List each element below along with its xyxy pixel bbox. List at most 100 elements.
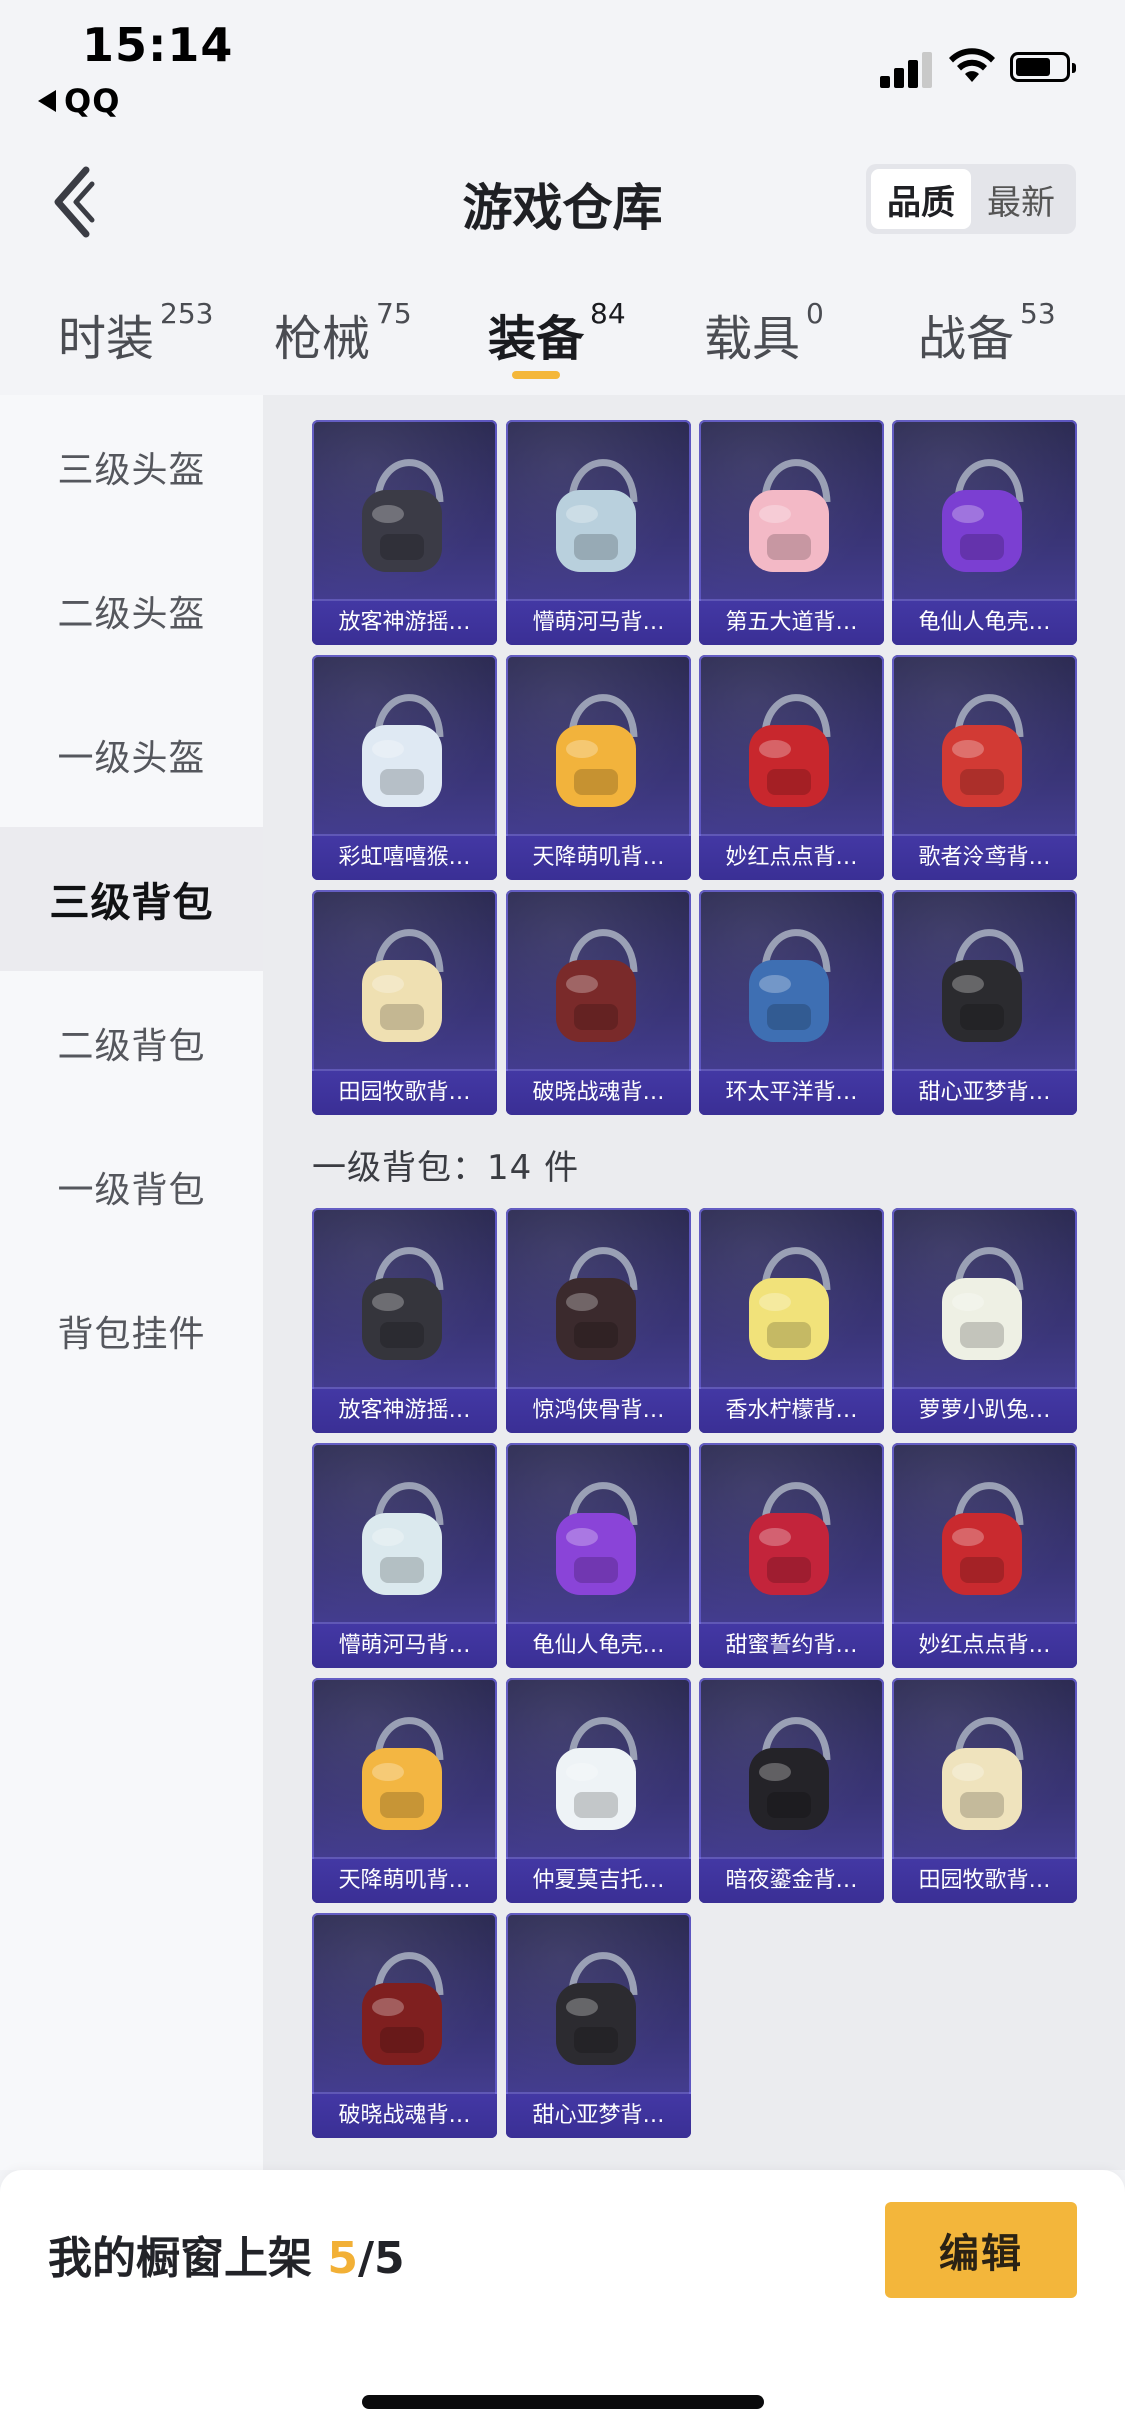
item-name: 放客神游摇… bbox=[312, 601, 497, 645]
item-card[interactable]: 懵萌河马背… bbox=[506, 420, 691, 645]
item-card[interactable]: 妙红点点背… bbox=[699, 655, 884, 880]
sidebar-item-level3-helmet[interactable]: 三级头盔 bbox=[0, 395, 263, 539]
item-name: 天降萌叽背… bbox=[506, 836, 691, 880]
item-card[interactable]: 甜心亚梦背… bbox=[892, 890, 1077, 1115]
item-name: 第五大道背… bbox=[699, 601, 884, 645]
tab-count: 84 bbox=[590, 297, 626, 330]
active-tab-indicator bbox=[512, 371, 560, 379]
item-card[interactable]: 第五大道背… bbox=[699, 420, 884, 645]
tab-label: 装备 bbox=[488, 311, 585, 367]
rainbow-bag-icon bbox=[362, 694, 444, 807]
item-name: 歌者泠鸢背… bbox=[892, 836, 1077, 880]
item-name: 龟仙人龟壳… bbox=[506, 1624, 691, 1668]
battery-icon bbox=[1010, 52, 1076, 82]
basket-bag-icon bbox=[942, 1717, 1024, 1830]
edit-button[interactable]: 编辑 bbox=[885, 2202, 1077, 2298]
red-pouch-bag-icon bbox=[942, 694, 1024, 807]
yellow-backpack-icon bbox=[362, 1717, 444, 1830]
item-card[interactable]: 懵萌河马背… bbox=[312, 1443, 497, 1668]
basket-bag-icon bbox=[362, 929, 444, 1042]
item-card[interactable]: 香水柠檬背… bbox=[699, 1208, 884, 1433]
sidebar-item-level2-backpack[interactable]: 二级背包 bbox=[0, 971, 263, 1115]
item-name: 甜心亚梦背… bbox=[892, 1071, 1077, 1115]
item-name: 暗夜鎏金背… bbox=[699, 1859, 884, 1903]
wifi-icon bbox=[949, 48, 995, 82]
sort-toggle: 品质 最新 bbox=[866, 164, 1076, 234]
item-card[interactable]: 环太平洋背… bbox=[699, 890, 884, 1115]
quilted-bag-icon bbox=[749, 459, 831, 572]
yellow-backpack-icon bbox=[556, 694, 638, 807]
speaker-bear-backpack-icon bbox=[362, 459, 444, 572]
mech-backpack-icon bbox=[749, 929, 831, 1042]
turtle-shell-backpack-icon bbox=[556, 1482, 638, 1595]
item-card[interactable]: 破晓战魂背… bbox=[506, 890, 691, 1115]
item-name: 妙红点点背… bbox=[892, 1624, 1077, 1668]
tab-fashion[interactable]: 时装 253 bbox=[58, 297, 213, 379]
sort-by-quality-button[interactable]: 品质 bbox=[871, 169, 971, 229]
tab-label: 时装 bbox=[58, 311, 155, 367]
tab-label: 载具 bbox=[704, 311, 801, 367]
cat-ear-bag-icon bbox=[942, 929, 1024, 1042]
item-name: 破晓战魂背… bbox=[312, 2094, 497, 2138]
sidebar: 三级头盔 二级头盔 一级头盔 三级背包 二级背包 一级背包 背包挂件 bbox=[0, 395, 263, 2170]
sidebar-item-level3-backpack[interactable]: 三级背包 bbox=[0, 827, 263, 971]
item-name: 环太平洋背… bbox=[699, 1071, 884, 1115]
cat-ear-bag-icon bbox=[556, 1952, 638, 2065]
showcase-status: 我的橱窗上架 5/5 bbox=[48, 2222, 405, 2286]
item-name: 田园牧歌背… bbox=[892, 1859, 1077, 1903]
dark-backpack-icon bbox=[556, 1247, 638, 1360]
section-title-level1-backpack: 一级背包：14 件 bbox=[312, 1148, 580, 1188]
sidebar-item-level1-helmet[interactable]: 一级头盔 bbox=[0, 683, 263, 827]
item-card[interactable]: 田园牧歌背… bbox=[892, 1678, 1077, 1903]
item-card[interactable]: 甜心亚梦背… bbox=[506, 1913, 691, 2138]
tab-supplies[interactable]: 战备 53 bbox=[918, 297, 1056, 379]
sidebar-item-level2-helmet[interactable]: 二级头盔 bbox=[0, 539, 263, 683]
showcase-label: 我的橱窗上架 bbox=[48, 2233, 312, 2284]
cellular-signal-icon bbox=[880, 48, 936, 88]
turtle-shell-backpack-icon bbox=[942, 459, 1024, 572]
tab-equipment[interactable]: 装备 84 bbox=[488, 297, 626, 379]
item-card[interactable]: 龟仙人龟壳… bbox=[892, 420, 1077, 645]
item-card[interactable]: 歌者泠鸢背… bbox=[892, 655, 1077, 880]
tab-firearms[interactable]: 枪械 75 bbox=[274, 297, 412, 379]
item-card[interactable]: 龟仙人龟壳… bbox=[506, 1443, 691, 1668]
bunny-bag-icon bbox=[942, 1247, 1024, 1360]
item-card[interactable]: 彩虹嘻嘻猴… bbox=[312, 655, 497, 880]
item-card[interactable]: 暗夜鎏金背… bbox=[699, 1678, 884, 1903]
armor-backpack-icon bbox=[362, 1952, 444, 2065]
item-name: 彩虹嘻嘻猴… bbox=[312, 836, 497, 880]
item-card[interactable]: 萝萝小趴兔… bbox=[892, 1208, 1077, 1433]
item-card[interactable]: 妙红点点背… bbox=[892, 1443, 1077, 1668]
tab-count: 0 bbox=[806, 297, 824, 330]
mojito-bag-icon bbox=[556, 1717, 638, 1830]
item-card[interactable]: 惊鸿侠骨背… bbox=[506, 1208, 691, 1433]
item-name: 天降萌叽背… bbox=[312, 1859, 497, 1903]
item-card[interactable]: 破晓战魂背… bbox=[312, 1913, 497, 2138]
gold-black-bag-icon bbox=[749, 1717, 831, 1830]
sidebar-item-level1-backpack[interactable]: 一级背包 bbox=[0, 1115, 263, 1259]
sidebar-item-backpack-charm[interactable]: 背包挂件 bbox=[0, 1259, 263, 1403]
item-card[interactable]: 田园牧歌背… bbox=[312, 890, 497, 1115]
heart-bag-icon bbox=[749, 1482, 831, 1595]
sort-by-newest-button[interactable]: 最新 bbox=[971, 169, 1071, 229]
home-indicator bbox=[362, 2395, 764, 2409]
armor-backpack-icon bbox=[556, 929, 638, 1042]
back-to-app-link[interactable]: QQ bbox=[38, 82, 120, 120]
item-name: 放客神游摇… bbox=[312, 1389, 497, 1433]
tab-vehicles[interactable]: 载具 0 bbox=[704, 297, 824, 379]
back-to-app-label: QQ bbox=[64, 82, 121, 120]
item-card[interactable]: 放客神游摇… bbox=[312, 1208, 497, 1433]
item-name: 田园牧歌背… bbox=[312, 1071, 497, 1115]
item-card[interactable]: 天降萌叽背… bbox=[312, 1678, 497, 1903]
item-name: 甜心亚梦背… bbox=[506, 2094, 691, 2138]
lemon-backpack-icon bbox=[749, 1247, 831, 1360]
item-card[interactable]: 天降萌叽背… bbox=[506, 655, 691, 880]
item-name: 龟仙人龟壳… bbox=[892, 601, 1077, 645]
item-name: 破晓战魂背… bbox=[506, 1071, 691, 1115]
item-name: 惊鸿侠骨背… bbox=[506, 1389, 691, 1433]
item-card[interactable]: 甜蜜誓约背… bbox=[699, 1443, 884, 1668]
status-bar: 15:14 QQ bbox=[0, 0, 1125, 140]
item-card[interactable]: 放客神游摇… bbox=[312, 420, 497, 645]
tab-label: 战备 bbox=[918, 311, 1015, 367]
item-card[interactable]: 仲夏莫吉托… bbox=[506, 1678, 691, 1903]
